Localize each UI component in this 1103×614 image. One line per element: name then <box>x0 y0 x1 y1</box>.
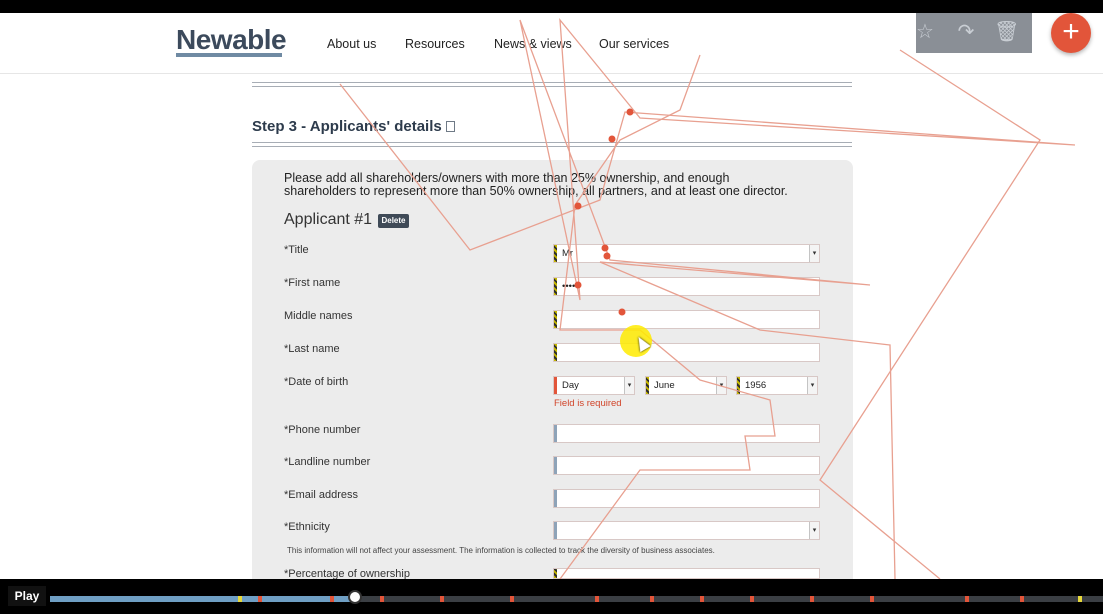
divider-step <box>252 142 852 147</box>
field-status-bar <box>554 490 557 507</box>
email-label: *Email address <box>284 489 358 501</box>
timeline-event-marker <box>1020 596 1024 602</box>
chevron-down-icon: ▾ <box>809 245 819 262</box>
nav-news-views[interactable]: News & views <box>494 37 572 51</box>
timeline-scrubber-handle[interactable] <box>348 590 363 604</box>
field-status-bar <box>554 245 557 262</box>
dob-month-select[interactable]: June ▾ <box>645 376 727 395</box>
share-icon[interactable]: ↷ <box>954 20 978 44</box>
newable-logo[interactable]: Newable <box>176 24 287 56</box>
timeline-event-marker <box>750 596 754 602</box>
nav-about-us[interactable]: About us <box>327 37 376 51</box>
click-marker <box>626 108 634 116</box>
timeline-event-marker <box>1078 596 1082 602</box>
chevron-down-icon: ▾ <box>809 522 819 539</box>
field-status-bar <box>554 311 557 328</box>
mouse-trail-path <box>819 49 1041 579</box>
timeline-event-marker <box>965 596 969 602</box>
timeline-event-marker <box>595 596 599 602</box>
landline-label: *Landline number <box>284 456 371 468</box>
chevron-down-icon: ▾ <box>807 377 817 394</box>
dob-day-value: Day <box>562 380 579 391</box>
dob-label: *Date of birth <box>284 376 349 388</box>
chevron-down-icon: ▾ <box>716 377 726 394</box>
play-button[interactable]: Play <box>8 586 46 606</box>
dob-day-select[interactable]: Day ▾ <box>553 376 635 395</box>
applicant-heading: Applicant #1 <box>284 211 373 228</box>
timeline-event-marker <box>650 596 654 602</box>
field-status-bar <box>554 425 557 442</box>
timeline-track[interactable] <box>50 590 1103 604</box>
dob-year-select[interactable]: 1956 ▾ <box>736 376 818 395</box>
title-value: Mr <box>562 248 574 259</box>
middle-names-label: Middle names <box>284 310 353 322</box>
help-icon[interactable] <box>445 121 455 132</box>
timeline-event-marker <box>700 596 704 602</box>
add-button[interactable]: + <box>1051 13 1091 53</box>
intro-text: Please add all shareholders/owners with … <box>284 171 788 198</box>
replay-player-bar: Play <box>0 579 1103 614</box>
phone-label: *Phone number <box>284 424 361 436</box>
last-name-input[interactable] <box>553 343 820 362</box>
first-name-label: *First name <box>284 277 341 289</box>
phone-input[interactable] <box>553 424 820 443</box>
field-status-bar <box>646 377 649 394</box>
field-status-bar <box>554 569 557 578</box>
nav-our-services[interactable]: Our services <box>599 37 669 51</box>
email-input[interactable] <box>553 489 820 508</box>
timeline-event-marker <box>870 596 874 602</box>
field-status-bar <box>554 377 557 394</box>
timeline-event-marker <box>380 596 384 602</box>
timeline-progress <box>50 596 356 602</box>
ethnicity-select[interactable]: ▾ <box>553 521 820 540</box>
title-label: *Title <box>284 244 309 256</box>
first-name-input[interactable]: ••••• <box>553 277 820 296</box>
field-status-bar <box>737 377 740 394</box>
timeline-event-marker <box>330 596 334 602</box>
session-toolbar: ☆ ↷ 🗑 <box>916 13 1032 53</box>
ethnicity-label: *Ethnicity <box>284 521 330 533</box>
star-icon[interactable]: ☆ <box>913 20 937 44</box>
step-title-text: Step 3 - Applicants' details <box>252 118 442 135</box>
timeline-event-marker <box>510 596 514 602</box>
divider-top <box>252 82 852 87</box>
dob-error-message: Field is required <box>554 398 622 409</box>
field-status-bar <box>554 278 557 295</box>
title-select[interactable]: Mr ▾ <box>553 244 820 263</box>
logo-underline <box>176 53 282 57</box>
last-name-label: *Last name <box>284 343 340 355</box>
field-status-bar <box>554 457 557 474</box>
middle-names-input[interactable] <box>553 310 820 329</box>
nav-resources[interactable]: Resources <box>405 37 465 51</box>
timeline-event-marker <box>258 596 262 602</box>
first-name-value: ••••• <box>562 281 579 292</box>
chevron-down-icon: ▾ <box>624 377 634 394</box>
ethnicity-note: This information will not affect your as… <box>287 546 715 555</box>
ownership-input[interactable] <box>553 568 820 579</box>
field-status-bar <box>554 344 557 361</box>
trash-icon[interactable]: 🗑 <box>994 20 1019 44</box>
timeline-event-marker <box>440 596 444 602</box>
timeline-event-marker <box>810 596 814 602</box>
field-status-bar <box>554 522 557 539</box>
dob-month-value: June <box>654 380 675 391</box>
dob-year-value: 1956 <box>745 380 767 391</box>
top-black-bar <box>0 0 1103 13</box>
timeline-event-marker <box>238 596 242 602</box>
delete-applicant-button[interactable]: Delete <box>378 214 409 228</box>
landline-input[interactable] <box>553 456 820 475</box>
step-heading: Step 3 - Applicants' details <box>252 118 455 135</box>
